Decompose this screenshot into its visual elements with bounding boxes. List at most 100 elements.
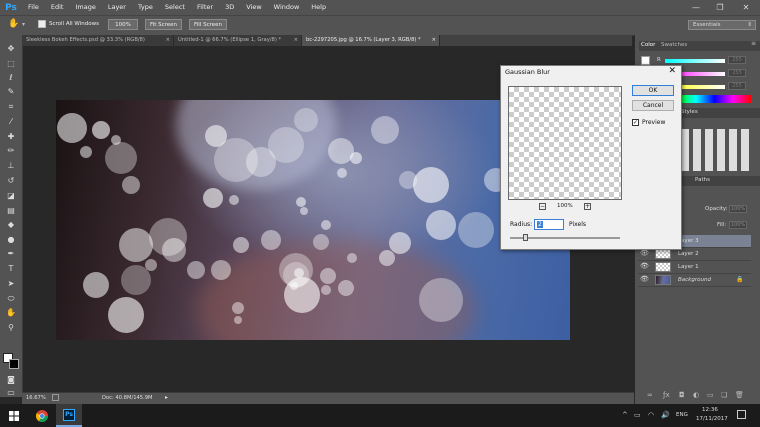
- visibility-eye-icon[interactable]: 👁: [640, 262, 649, 270]
- action-center-icon[interactable]: [737, 410, 746, 419]
- layer-style-icon[interactable]: ƒx: [663, 391, 670, 399]
- tab-close-icon[interactable]: ×: [432, 35, 436, 46]
- fill-input[interactable]: 100%: [729, 221, 747, 229]
- new-group-icon[interactable]: ▭: [707, 391, 714, 399]
- minimize-button[interactable]: —: [684, 0, 708, 15]
- history-brush-tool-icon[interactable]: ↺: [4, 175, 18, 187]
- eraser-tool-icon[interactable]: ◪: [4, 190, 18, 202]
- brush-tool-icon[interactable]: ✏: [4, 145, 18, 157]
- layer-mask-icon[interactable]: ◘: [679, 391, 685, 399]
- menu-filter[interactable]: Filter: [191, 0, 219, 15]
- menu-file[interactable]: File: [22, 0, 45, 15]
- quick-select-tool-icon[interactable]: ✎: [4, 86, 18, 98]
- radius-input[interactable]: 2: [534, 219, 564, 230]
- document-canvas[interactable]: [56, 100, 570, 340]
- clock-date[interactable]: 17/11/2017: [696, 416, 728, 422]
- clone-stamp-tool-icon[interactable]: ⊥: [4, 160, 18, 172]
- dialog-close-icon[interactable]: ✕: [668, 66, 676, 76]
- tab-bc-2297205[interactable]: bc-2297205.jpg @ 16.7% (Layer 3, RGB/8) …: [302, 35, 440, 46]
- pen-tool-icon[interactable]: ✒: [4, 248, 18, 260]
- tab-styles[interactable]: Styles: [681, 109, 698, 115]
- channel-b-value[interactable]: 255: [728, 82, 746, 90]
- path-selection-tool-icon[interactable]: ➤: [4, 278, 18, 290]
- move-tool-icon[interactable]: ✥: [4, 43, 18, 55]
- crop-tool-icon[interactable]: ⌗: [4, 101, 18, 113]
- chrome-taskbar-button[interactable]: [30, 404, 54, 427]
- tab-sleekless-bokeh[interactable]: Sleekless Bokeh Effects.psd @ 33.3% (RGB…: [22, 35, 174, 46]
- preview-checkbox[interactable]: ✓: [632, 119, 639, 126]
- hand-tool-icon[interactable]: ✋: [4, 307, 18, 319]
- menu-edit[interactable]: Edit: [45, 0, 70, 15]
- healing-brush-tool-icon[interactable]: ✚: [4, 131, 18, 143]
- opacity-input[interactable]: 100%: [729, 205, 747, 213]
- eyedropper-tool-icon[interactable]: ⁄: [4, 116, 18, 128]
- screen-mode-icon[interactable]: ▭: [4, 387, 18, 399]
- zoom-in-button[interactable]: +: [584, 203, 591, 210]
- adjustment-layer-icon[interactable]: ◐: [693, 391, 699, 399]
- zoom-100-button[interactable]: 100%: [108, 19, 138, 30]
- fill-screen-button[interactable]: Fill Screen: [189, 19, 227, 30]
- zoom-out-button[interactable]: −: [539, 203, 546, 210]
- tab-untitled-1[interactable]: Untitled-1 @ 66.7% (Ellipse 1, Gray/8) *…: [174, 35, 302, 46]
- tray-overflow-icon[interactable]: ^: [622, 411, 628, 419]
- fit-screen-button[interactable]: Fit Screen: [145, 19, 182, 30]
- zoom-tool-icon[interactable]: ⚲: [4, 322, 18, 334]
- network-icon[interactable]: ▭: [634, 411, 641, 419]
- menu-select[interactable]: Select: [159, 0, 191, 15]
- blur-tool-icon[interactable]: ◆: [4, 219, 18, 231]
- ok-button[interactable]: OK: [632, 85, 674, 96]
- menu-type[interactable]: Type: [132, 0, 159, 15]
- blur-preview[interactable]: [508, 86, 622, 200]
- channel-g-value[interactable]: 255: [728, 69, 746, 77]
- workspace-switcher[interactable]: Essentials ⇕: [688, 20, 756, 30]
- cancel-button[interactable]: Cancel: [632, 100, 674, 111]
- share-icon[interactable]: [52, 394, 59, 401]
- tab-color[interactable]: Color: [641, 42, 655, 48]
- menu-view[interactable]: View: [240, 0, 267, 15]
- delete-layer-icon[interactable]: 🗑: [735, 391, 744, 399]
- quick-mask-icon[interactable]: ◙: [4, 374, 18, 386]
- panel-menu-icon[interactable]: ≡: [751, 40, 756, 47]
- channel-r-value[interactable]: 255: [728, 56, 746, 64]
- clock-time[interactable]: 12:36: [702, 407, 718, 413]
- background-color-swatch[interactable]: [9, 359, 19, 369]
- link-layers-icon[interactable]: ∞: [647, 391, 653, 399]
- radius-slider-thumb[interactable]: [523, 234, 528, 241]
- menu-3d[interactable]: 3D: [219, 0, 240, 15]
- close-window-button[interactable]: ✕: [734, 0, 758, 15]
- menu-layer[interactable]: Layer: [102, 0, 132, 15]
- menu-help[interactable]: Help: [305, 0, 332, 15]
- new-layer-icon[interactable]: ❏: [721, 391, 727, 399]
- tab-paths[interactable]: Paths: [695, 177, 710, 183]
- shape-tool-icon[interactable]: ⬭: [4, 293, 18, 305]
- restore-button[interactable]: ❐: [708, 0, 732, 15]
- photoshop-taskbar-button[interactable]: Ps: [56, 404, 82, 427]
- menu-window[interactable]: Window: [268, 0, 306, 15]
- styles-grid[interactable]: [681, 129, 751, 171]
- hand-tool-icon[interactable]: ✋: [8, 19, 19, 29]
- tool-preset-chevron-icon[interactable]: ▾: [22, 21, 25, 28]
- layer-row-background[interactable]: 👁 Background 🔒: [638, 274, 751, 287]
- gradient-tool-icon[interactable]: ▤: [4, 205, 18, 217]
- radius-label: Radius:: [510, 221, 533, 228]
- zoom-level-readout[interactable]: 16.67%: [26, 395, 46, 401]
- channel-r-slider[interactable]: [665, 59, 725, 63]
- status-menu-arrow-icon[interactable]: ▸: [165, 394, 168, 401]
- tab-swatches[interactable]: Swatches: [661, 42, 687, 48]
- wifi-icon[interactable]: ◠: [648, 411, 654, 419]
- color-panel-foreground-swatch[interactable]: [641, 56, 650, 65]
- scroll-all-windows-checkbox[interactable]: [38, 20, 46, 28]
- menu-image[interactable]: Image: [69, 0, 101, 15]
- start-button[interactable]: [0, 404, 28, 427]
- layer-row-layer-1[interactable]: 👁 Layer 1: [638, 261, 751, 274]
- visibility-eye-icon[interactable]: 👁: [640, 275, 649, 283]
- input-language[interactable]: ENG: [676, 412, 688, 418]
- tab-close-icon[interactable]: ×: [166, 35, 170, 46]
- volume-icon[interactable]: 🔊: [661, 411, 670, 419]
- dodge-tool-icon[interactable]: ●: [4, 234, 18, 246]
- visibility-eye-icon[interactable]: 👁: [640, 249, 649, 257]
- type-tool-icon[interactable]: T: [4, 263, 18, 275]
- lasso-tool-icon[interactable]: ℓ: [4, 72, 18, 84]
- tab-close-icon[interactable]: ×: [294, 35, 298, 46]
- marquee-tool-icon[interactable]: ⬚: [4, 58, 18, 70]
